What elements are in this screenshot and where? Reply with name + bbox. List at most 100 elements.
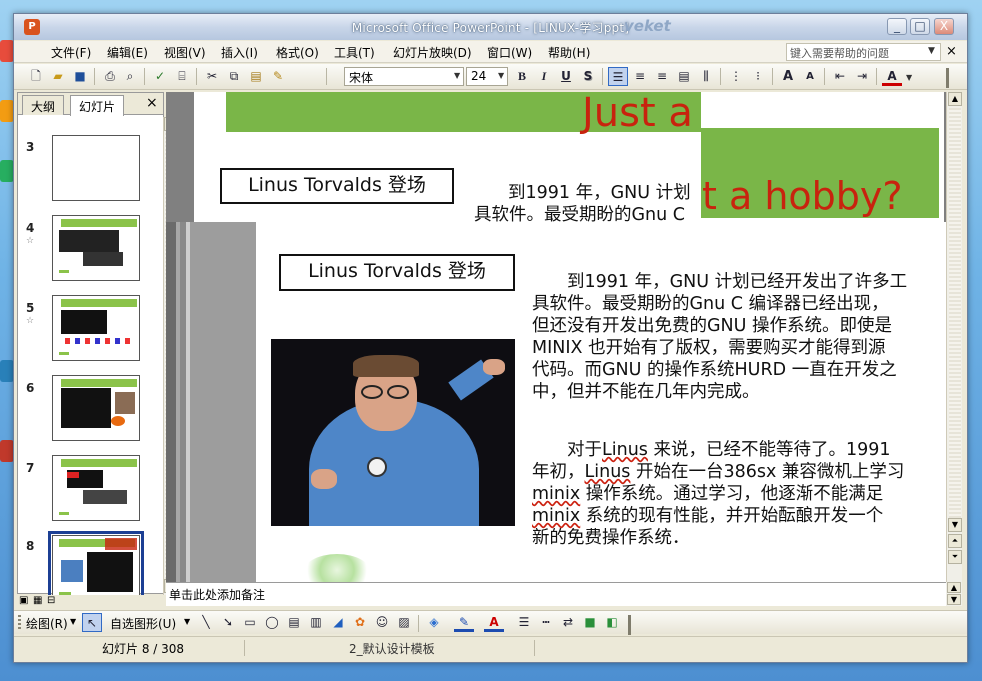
- underline-button[interactable]: U: [556, 67, 576, 86]
- shadow-button[interactable]: S: [578, 67, 598, 86]
- toolbar-divider: [720, 68, 721, 85]
- menu-window[interactable]: 窗口(W): [487, 44, 532, 61]
- distributed-icon[interactable]: ⫼: [696, 67, 716, 86]
- align-left-icon[interactable]: ☰: [608, 67, 628, 86]
- menu-slideshow[interactable]: 幻灯片放映(D): [393, 44, 472, 61]
- document-close-button[interactable]: ×: [946, 44, 957, 59]
- menu-tools[interactable]: 工具(T): [334, 44, 375, 61]
- wordart-icon[interactable]: ◢: [328, 613, 348, 632]
- chevron-down-icon[interactable]: ▼: [184, 617, 190, 626]
- notes-scrollbar[interactable]: ▲ ▼: [946, 582, 962, 606]
- decrease-font-button[interactable]: A: [800, 67, 820, 86]
- slide-thumbnail-selected[interactable]: [48, 531, 144, 605]
- decrease-indent-icon[interactable]: ⇤: [830, 67, 850, 86]
- slide-canvas[interactable]: Just a t a hobby? Linus Torvalds 登场 到199…: [166, 92, 946, 582]
- slide-scrollbar[interactable]: ▲ ▼ ⏶ ⏷: [946, 92, 962, 582]
- desktop-icon[interactable]: [0, 40, 14, 62]
- next-slide-icon[interactable]: ⏷: [948, 550, 962, 564]
- rectangle-tool-icon[interactable]: ▭: [240, 613, 260, 632]
- previous-slide-icon[interactable]: ⏶: [948, 534, 962, 548]
- oval-tool-icon[interactable]: ◯: [262, 613, 282, 632]
- slide-thumbnail[interactable]: [52, 215, 140, 281]
- slide-thumbnail[interactable]: [52, 455, 140, 521]
- font-color-button[interactable]: A: [882, 67, 902, 86]
- menu-edit[interactable]: 编辑(E): [107, 44, 148, 61]
- maximize-button[interactable]: □: [910, 18, 930, 35]
- tab-slides[interactable]: 幻灯片: [70, 95, 125, 116]
- print-icon[interactable]: ⎙: [100, 67, 120, 86]
- line-tool-icon[interactable]: ╲: [196, 613, 216, 632]
- menu-insert[interactable]: 插入(I): [221, 44, 258, 61]
- print-preview-icon[interactable]: ⌕: [120, 67, 140, 86]
- bold-button[interactable]: B: [512, 67, 532, 86]
- menu-format[interactable]: 格式(O): [276, 44, 319, 61]
- justify-icon[interactable]: ▤: [674, 67, 694, 86]
- increase-indent-icon[interactable]: ⇥: [852, 67, 872, 86]
- scrollbar-track[interactable]: [949, 108, 961, 518]
- desktop-icon[interactable]: [0, 440, 14, 462]
- copy-icon[interactable]: ⧉: [224, 67, 244, 86]
- increase-font-button[interactable]: A: [778, 67, 798, 86]
- vertical-textbox-icon[interactable]: ▥: [306, 613, 326, 632]
- 3d-style-icon[interactable]: ◧: [602, 613, 622, 632]
- font-color-icon[interactable]: A: [484, 613, 504, 632]
- bullet-list-icon[interactable]: ⁝: [748, 67, 768, 86]
- fill-color-icon[interactable]: ◈: [424, 613, 444, 632]
- save-icon[interactable]: ■: [70, 67, 90, 86]
- notes-pane[interactable]: 单击此处添加备注: [166, 582, 946, 606]
- chevron-down-icon[interactable]: ▼: [928, 46, 935, 56]
- diagram-icon[interactable]: ✿: [350, 613, 370, 632]
- align-center-icon[interactable]: ≡: [630, 67, 650, 86]
- menu-file[interactable]: 文件(F): [51, 44, 91, 61]
- italic-button[interactable]: I: [534, 67, 554, 86]
- clipart-icon[interactable]: ☺: [372, 613, 392, 632]
- paste-icon[interactable]: ▤: [246, 67, 266, 86]
- numbered-list-icon[interactable]: ⋮: [726, 67, 746, 86]
- draw-menu-button[interactable]: 绘图(R): [26, 615, 68, 632]
- minimize-button[interactable]: _: [887, 18, 907, 35]
- scroll-up-icon[interactable]: ▲: [947, 582, 961, 593]
- select-objects-icon[interactable]: ↖: [82, 613, 102, 632]
- desktop-icon[interactable]: [0, 160, 14, 182]
- shadow-style-icon[interactable]: ■: [580, 613, 600, 632]
- menu-help[interactable]: 帮助(H): [548, 44, 590, 61]
- new-file-icon[interactable]: 🗋: [26, 67, 46, 86]
- arrow-tool-icon[interactable]: ➘: [218, 613, 238, 632]
- chevron-down-icon[interactable]: ▼: [70, 617, 76, 626]
- slide-thumbnail[interactable]: [52, 135, 140, 201]
- scroll-up-icon[interactable]: ▲: [948, 92, 962, 106]
- line-color-icon[interactable]: ✎: [454, 613, 474, 632]
- linus-photo[interactable]: [271, 339, 515, 526]
- chevron-down-icon[interactable]: ▼: [454, 71, 460, 80]
- line-style-icon[interactable]: ☰: [514, 613, 534, 632]
- slide-thumbnail[interactable]: [52, 295, 140, 361]
- insert-picture-icon[interactable]: ▨: [394, 613, 414, 632]
- open-folder-icon[interactable]: ▰: [48, 67, 68, 86]
- desktop-icon[interactable]: [0, 100, 14, 122]
- arrow-style-icon[interactable]: ⇄: [558, 613, 578, 632]
- spell-check-icon[interactable]: ✓: [150, 67, 170, 86]
- research-icon[interactable]: ⌸: [172, 67, 192, 86]
- slide-thumbnail[interactable]: [52, 375, 140, 441]
- scroll-down-icon[interactable]: ▼: [947, 594, 961, 605]
- title-bar[interactable]: P Microsoft Office PowerPoint - [LINUX-学…: [14, 14, 967, 40]
- desktop-icon[interactable]: [0, 360, 14, 382]
- menu-view[interactable]: 视图(V): [164, 44, 206, 61]
- chevron-down-icon[interactable]: ▼: [498, 71, 504, 80]
- tab-outline[interactable]: 大纲: [22, 95, 65, 115]
- scroll-down-icon[interactable]: ▼: [948, 518, 962, 532]
- slide-sorter-icon[interactable]: ▦: [33, 595, 42, 606]
- cut-icon[interactable]: ✂: [202, 67, 222, 86]
- close-icon[interactable]: ×: [146, 95, 158, 111]
- help-search-input[interactable]: 键入需要帮助的问题: [786, 43, 941, 61]
- format-painter-icon[interactable]: ✎: [268, 67, 288, 86]
- normal-view-icon[interactable]: ▣: [19, 595, 28, 606]
- dash-style-icon[interactable]: ┅: [536, 613, 556, 632]
- textbox-tool-icon[interactable]: ▤: [284, 613, 304, 632]
- chevron-down-icon[interactable]: ▼: [906, 73, 912, 82]
- close-button[interactable]: X: [934, 18, 954, 35]
- slideshow-view-icon[interactable]: ⊟: [47, 595, 55, 606]
- font-name-select[interactable]: 宋体: [344, 67, 464, 86]
- align-right-icon[interactable]: ≡: [652, 67, 672, 86]
- autoshapes-menu-button[interactable]: 自选图形(U): [110, 615, 176, 632]
